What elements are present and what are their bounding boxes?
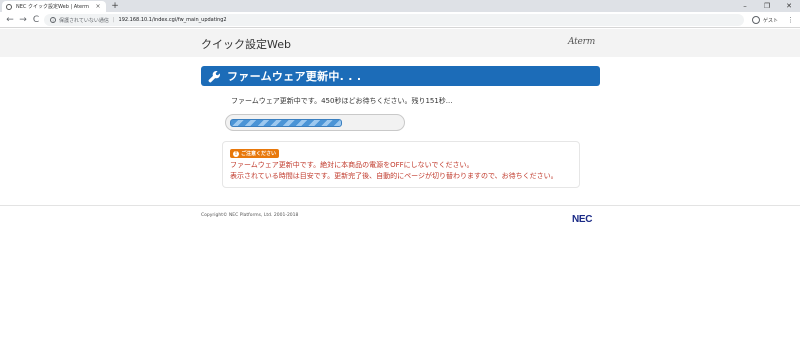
info-icon[interactable]: i (50, 17, 56, 23)
profile-label: ゲスト (763, 17, 779, 24)
profile-button[interactable]: ゲスト (752, 15, 778, 25)
aterm-logo: Aterm (568, 37, 596, 47)
footer-divider (0, 205, 800, 206)
url-text[interactable]: 192.168.10.1/index.cgi/fw_main_updating2 (119, 17, 227, 23)
forward-button[interactable]: → (17, 14, 29, 26)
tab-title: NEC クイック設定Web | Aterm (16, 4, 89, 10)
progress-bar-fill (230, 119, 342, 127)
minimize-button[interactable]: – (734, 0, 756, 12)
globe-icon (6, 3, 12, 10)
caution-line-2: 表示されている時間は目安です。更新完了後、自動的にページが切り替わりますので、お… (230, 172, 558, 180)
app-header: クイック設定Web Aterm (0, 29, 800, 57)
caution-badge: ! ご注意ください (230, 149, 280, 158)
back-button[interactable]: ← (4, 14, 16, 26)
browser-tabstrip: NEC クイック設定Web | Aterm × + – ❐ ✕ (0, 0, 800, 12)
browser-menu-icon[interactable]: ⋮ (787, 15, 794, 25)
browser-toolbar: ← → C i 保護されていない通信 | 192.168.10.1/index.… (0, 12, 800, 28)
restore-button[interactable]: ❐ (756, 0, 778, 12)
page-title: クイック設定Web (201, 38, 291, 51)
security-label: 保護されていない通信 (59, 17, 109, 24)
browser-tab-active[interactable]: NEC クイック設定Web | Aterm × (2, 1, 106, 12)
window-close-button[interactable]: ✕ (778, 0, 800, 12)
new-tab-button[interactable]: + (110, 1, 120, 11)
address-separator: | (112, 17, 115, 23)
address-bar[interactable]: i 保護されていない通信 | 192.168.10.1/index.cgi/fw… (44, 14, 744, 26)
section-title: ファームウェア更新中. . . (227, 70, 362, 83)
caution-notice: ! ご注意ください ファームウェア更新中です。絶対に本商品の電源をOFFにしない… (222, 141, 580, 188)
tab-close-icon[interactable]: × (94, 3, 102, 10)
exclamation-icon: ! (233, 150, 239, 157)
caution-badge-label: ご注意ください (241, 151, 277, 157)
wrench-icon (208, 70, 220, 82)
update-progress-bar (225, 114, 405, 131)
nec-logo: NEC (572, 214, 593, 225)
reload-button[interactable]: C (30, 14, 42, 26)
section-header: ファームウェア更新中. . . (201, 66, 600, 86)
caution-line-1: ファームウェア更新中です。絶対に本商品の電源をOFFにしないでください。 (230, 161, 474, 169)
copyright-text: Copyright© NEC Platforms, Ltd. 2001-2018 (201, 213, 299, 218)
profile-avatar-icon (752, 16, 760, 24)
update-status-message: ファームウェア更新中です。450秒ほどお待ちください。残り151秒... (231, 97, 453, 105)
